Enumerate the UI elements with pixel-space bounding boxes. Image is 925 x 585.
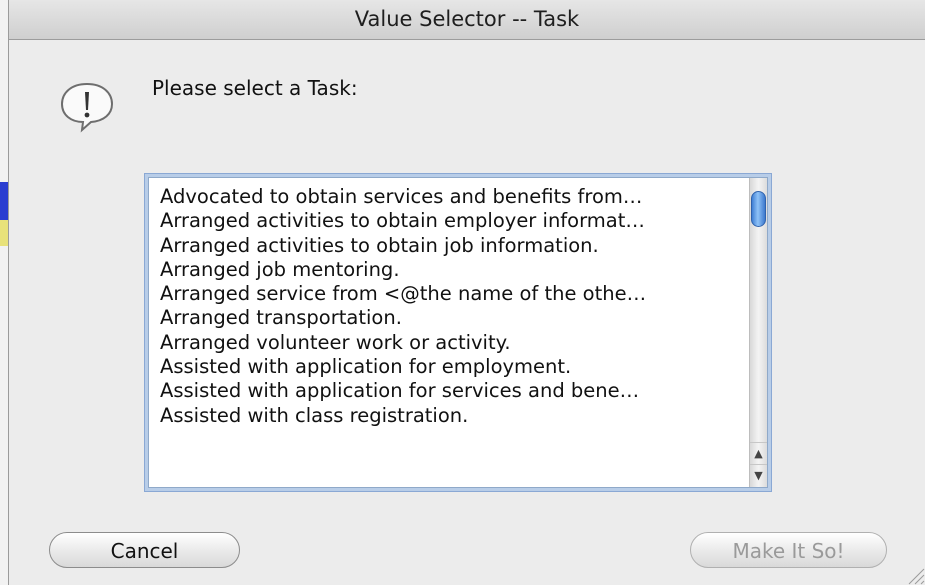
list-item[interactable]: Arranged volunteer work or activity. xyxy=(149,331,749,355)
list-item[interactable]: Assisted with application for services a… xyxy=(149,379,749,403)
task-list[interactable]: Advocated to obtain services and benefit… xyxy=(149,178,749,487)
list-item[interactable]: Arranged activities to obtain job inform… xyxy=(149,234,749,258)
background-edge-mark-yellow xyxy=(0,220,8,246)
value-selector-window: Value Selector -- Task Please select a T… xyxy=(0,0,925,585)
list-item[interactable]: Arranged job mentoring. xyxy=(149,258,749,282)
resize-grip-icon[interactable] xyxy=(903,563,925,585)
task-listbox[interactable]: Advocated to obtain services and benefit… xyxy=(148,177,768,488)
scrollbar-thumb[interactable] xyxy=(751,191,766,227)
cancel-button[interactable]: Cancel xyxy=(49,532,240,568)
background-edge-mark-blue xyxy=(0,182,8,220)
window-title: Value Selector -- Task xyxy=(354,7,580,31)
make-it-so-button[interactable]: Make It So! xyxy=(690,532,887,568)
list-item[interactable]: Assisted with class registration. xyxy=(149,404,749,428)
scroll-up-arrow-icon[interactable]: ▲ xyxy=(750,442,767,465)
alert-icon xyxy=(60,82,114,133)
scroll-down-arrow-icon[interactable]: ▼ xyxy=(750,464,767,487)
list-item[interactable]: Assisted with application for employment… xyxy=(149,355,749,379)
prompt-text: Please select a Task: xyxy=(152,76,358,100)
list-item[interactable]: Arranged service from <@the name of the … xyxy=(149,282,749,306)
list-item[interactable]: Arranged activities to obtain employer i… xyxy=(149,209,749,233)
list-item[interactable]: Arranged transportation. xyxy=(149,306,749,330)
title-bar[interactable]: Value Selector -- Task xyxy=(9,0,925,40)
list-item[interactable]: Advocated to obtain services and benefit… xyxy=(149,185,749,209)
vertical-scrollbar[interactable]: ▲ ▼ xyxy=(749,178,767,487)
background-window-edge xyxy=(0,0,9,585)
